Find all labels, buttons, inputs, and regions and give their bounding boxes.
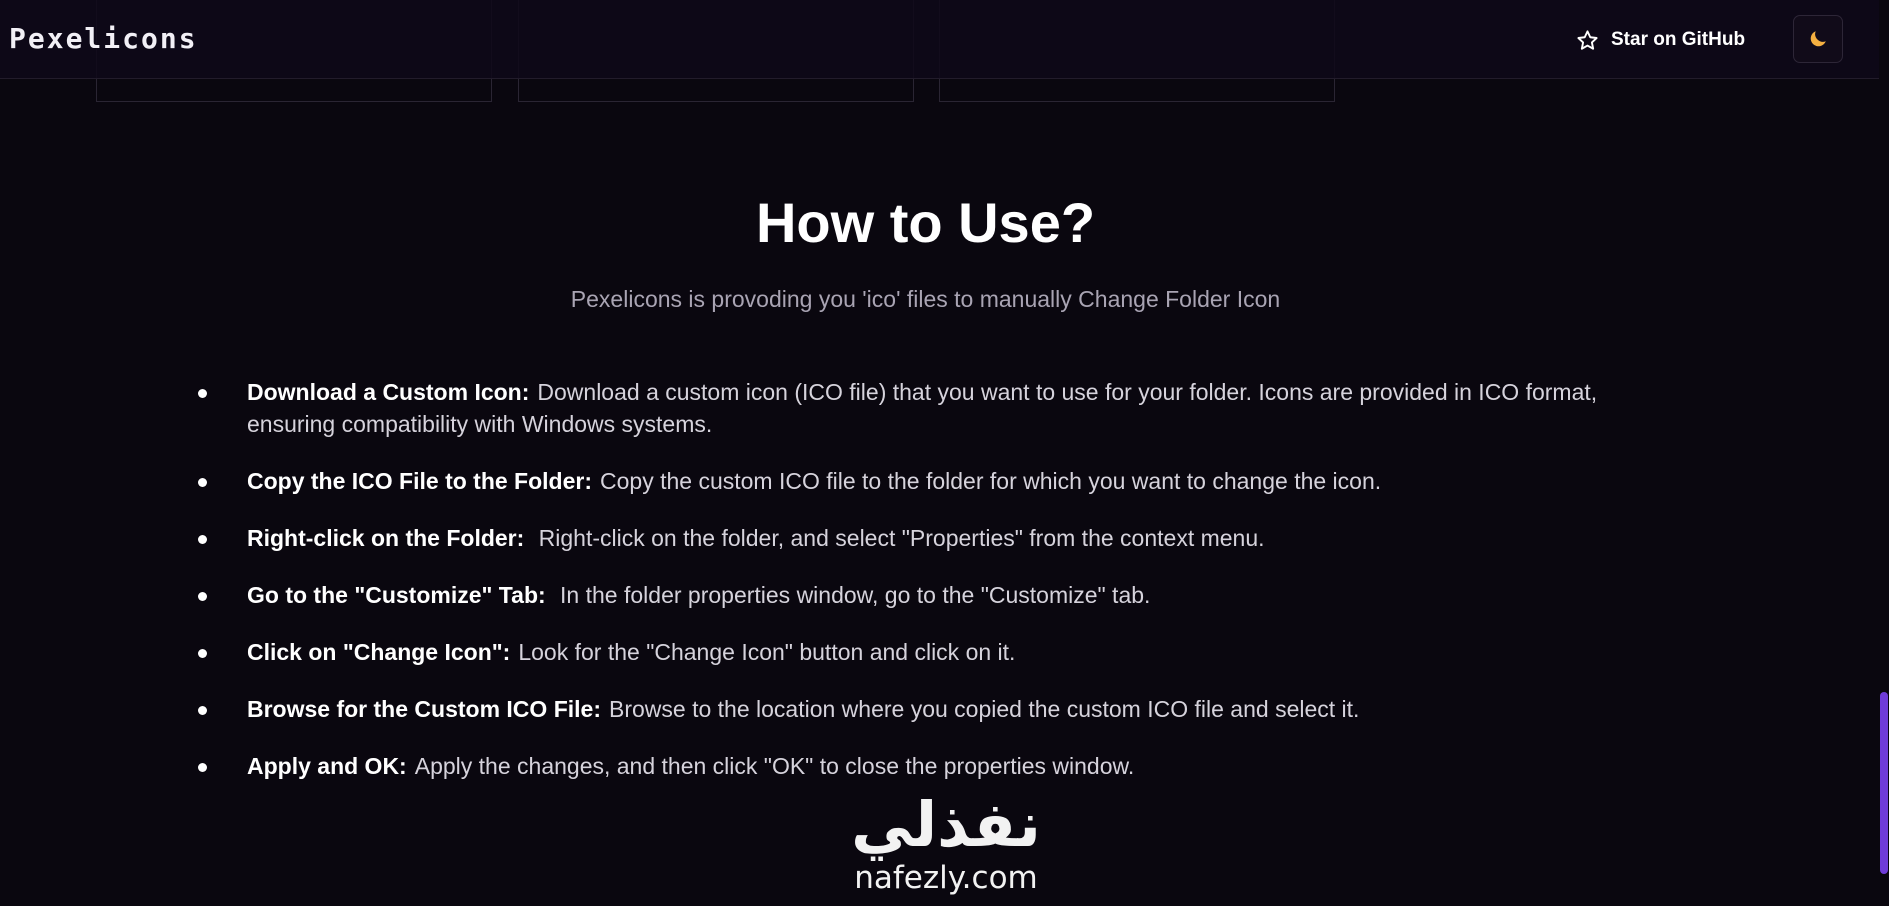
step-heading: Click on "Change Icon":: [247, 639, 511, 665]
page-scrollbar[interactable]: [1879, 0, 1889, 906]
step-text: Browse to the location where you copied …: [608, 696, 1360, 722]
step-item: Apply and OK: Apply the changes, and then…: [198, 750, 1598, 782]
step-heading: Copy the ICO File to the Folder:: [247, 468, 592, 494]
step-text: Right-click on the folder, and select "P…: [532, 525, 1265, 551]
bullet-icon: [198, 592, 207, 601]
step-text: Look for the "Change Icon" button and cl…: [518, 639, 1016, 665]
steps-list: Download a Custom Icon: Download a custom…: [198, 376, 1598, 807]
scrollbar-thumb[interactable]: [1880, 692, 1888, 874]
site-logo[interactable]: Pexelicons: [9, 22, 198, 55]
step-heading: Right-click on the Folder:: [247, 525, 525, 551]
how-to-use-section: How to Use? Pexelicons is provoding you …: [0, 0, 1879, 906]
site-header: Pexelicons Star on GitHub: [0, 0, 1879, 79]
bullet-icon: [198, 763, 207, 772]
bullet-icon: [198, 478, 207, 487]
step-item: Go to the "Customize" Tab: In the folder…: [198, 579, 1598, 611]
star-on-github-button[interactable]: Star on GitHub: [1576, 24, 1745, 56]
step-item: Download a Custom Icon: Download a custom…: [198, 376, 1598, 440]
star-button-label: Star on GitHub: [1611, 29, 1746, 50]
step-item: Browse for the Custom ICO File: Browse to…: [198, 693, 1598, 725]
step-item: Right-click on the Folder: Right-click o…: [198, 522, 1598, 554]
watermark-arabic-text: نفذلي: [851, 788, 1041, 861]
step-heading: Download a Custom Icon:: [247, 379, 530, 405]
step-text: Apply the changes, and then click "OK" t…: [414, 753, 1135, 779]
star-outline-icon: [1577, 29, 1598, 50]
bullet-icon: [198, 389, 207, 398]
step-text: Copy the custom ICO file to the folder f…: [600, 468, 1382, 494]
bullet-icon: [198, 649, 207, 658]
section-title: How to Use?: [755, 191, 1096, 254]
section-subtitle: Pexelicons is provoding you 'ico' files …: [570, 286, 1281, 312]
theme-toggle-button[interactable]: [1793, 15, 1843, 63]
watermark-logo: نفذلي nafezly.com: [836, 790, 1056, 906]
watermark-latin-text: nafezly.com: [854, 860, 1038, 896]
step-text: In the folder properties window, go to t…: [553, 582, 1151, 608]
bullet-icon: [198, 706, 207, 715]
step-heading: Go to the "Customize" Tab:: [247, 582, 546, 608]
moon-icon: [1810, 31, 1826, 47]
bullet-icon: [198, 535, 207, 544]
step-heading: Apply and OK:: [247, 753, 407, 779]
step-item: Click on "Change Icon": Look for the "Cha…: [198, 636, 1598, 668]
step-item: Copy the ICO File to the Folder: Copy the…: [198, 465, 1598, 497]
step-heading: Browse for the Custom ICO File:: [247, 696, 601, 722]
